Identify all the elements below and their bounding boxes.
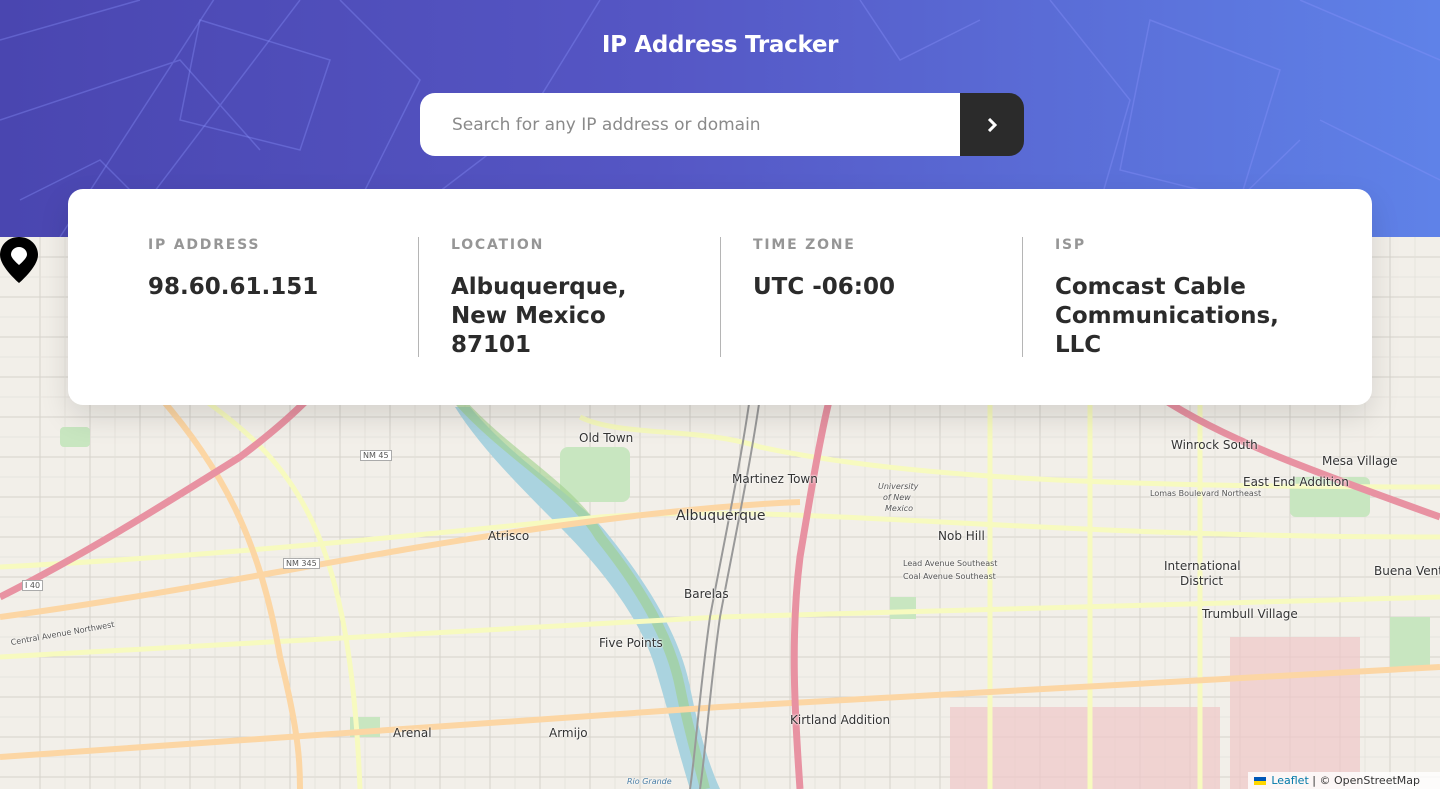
map-label-lead-ave: Lead Avenue Southeast xyxy=(903,559,998,568)
map-label-rio-grande: Rio Grande xyxy=(627,777,672,786)
map-label-international: International xyxy=(1164,559,1241,573)
map-label-mesa-village: Mesa Village xyxy=(1322,454,1398,468)
timezone-label: TIME ZONE xyxy=(753,237,856,253)
osm-attribution: © OpenStreetMap xyxy=(1319,774,1420,787)
map-label-atrisco: Atrisco xyxy=(488,529,530,543)
ip-info-card: IP ADDRESS 98.60.61.151 LOCATION Albuque… xyxy=(68,189,1372,405)
map-label-trumbull: Trumbull Village xyxy=(1202,607,1298,621)
map-label-lomas: Lomas Boulevard Northeast xyxy=(1150,489,1262,498)
map-label-coal-ave: Coal Avenue Southeast xyxy=(903,572,996,581)
isp-value: Comcast Cable Communications, LLC xyxy=(1055,274,1279,358)
map-label-nm345: NM 345 xyxy=(283,558,320,569)
map-label-nm45: NM 45 xyxy=(360,450,392,461)
map-label-kirtland: Kirtland Addition xyxy=(790,713,891,727)
chevron-right-icon xyxy=(987,117,998,132)
map-label-buena: Buena Vente xyxy=(1374,564,1440,578)
map-label-nob-hill: Nob Hill xyxy=(938,529,985,543)
attribution-separator: | xyxy=(1312,774,1316,787)
isp-section: ISP Comcast Cable Communications, LLC xyxy=(1022,237,1324,358)
map-attribution: Leaflet | © OpenStreetMap xyxy=(1247,772,1440,789)
map-label-arenal: Arenal xyxy=(393,726,432,740)
ip-address-value: 98.60.61.151 xyxy=(148,274,319,300)
map-label-armijo: Armijo xyxy=(549,726,588,740)
map-label-unm-2: of New xyxy=(883,493,911,502)
map-label-martinez-town: Martinez Town xyxy=(732,472,818,486)
timezone-value: UTC -06:00 xyxy=(753,274,896,300)
map-label-winrock: Winrock South xyxy=(1171,438,1258,452)
timezone-section: TIME ZONE UTC -06:00 xyxy=(720,237,1022,357)
location-label: LOCATION xyxy=(451,237,545,253)
location-value: Albuquerque, New Mexico 87101 xyxy=(451,274,627,358)
isp-label: ISP xyxy=(1055,237,1086,253)
map-label-unm-1: University xyxy=(878,482,919,491)
map-label-east-end: East End Addition xyxy=(1243,475,1349,489)
page-title: IP Address Tracker xyxy=(601,32,839,58)
search-input[interactable] xyxy=(420,93,960,156)
search-bar xyxy=(420,93,1024,156)
map-label-barelas: Barelas xyxy=(684,587,729,601)
map-label-unm-3: Mexico xyxy=(885,504,914,513)
map-label-albuquerque: Albuquerque xyxy=(676,508,766,524)
search-submit-button[interactable] xyxy=(960,93,1024,156)
leaflet-link[interactable]: Leaflet xyxy=(1271,774,1308,787)
location-pin-icon[interactable] xyxy=(0,237,38,283)
location-section: LOCATION Albuquerque, New Mexico 87101 xyxy=(418,237,720,358)
ip-address-section: IP ADDRESS 98.60.61.151 xyxy=(148,237,418,357)
map-label-district: District xyxy=(1180,574,1224,588)
map-label-i40: I 40 xyxy=(22,580,44,591)
ukraine-flag-icon xyxy=(1253,777,1266,785)
map-label-old-town: Old Town xyxy=(579,431,634,445)
ip-address-label: IP ADDRESS xyxy=(148,237,261,253)
map-label-five-points: Five Points xyxy=(599,636,663,650)
